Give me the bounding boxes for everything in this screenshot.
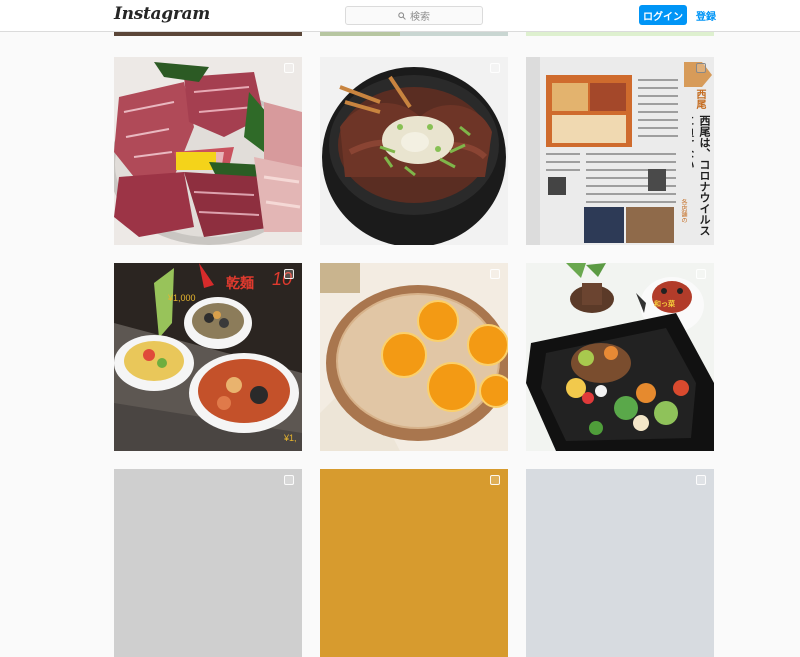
figure-label: 和っ菜: [654, 301, 675, 308]
post-image: [320, 57, 508, 245]
select-checkbox-icon[interactable]: [284, 63, 294, 73]
select-checkbox-icon[interactable]: [490, 269, 500, 279]
post-tile-orange-pizza[interactable]: [320, 263, 508, 451]
article-heading: 西尾は、コロナウイルスに負けない: [692, 115, 710, 236]
post-tile-noodle-dishes[interactable]: 乾麺 10 ¥1,000 ¥1,: [114, 263, 302, 451]
post-image: [526, 263, 714, 451]
price-tag-2: ¥1,: [284, 433, 297, 443]
article-tag: 西尾: [694, 89, 705, 109]
select-checkbox-icon[interactable]: [284, 269, 294, 279]
select-checkbox-icon[interactable]: [696, 269, 706, 279]
post-tile-yakiniku[interactable]: [114, 57, 302, 245]
login-button[interactable]: ログイン: [639, 5, 687, 25]
search-input[interactable]: 検索: [345, 6, 483, 25]
signup-link[interactable]: 登録: [696, 8, 716, 23]
select-checkbox-icon[interactable]: [490, 475, 500, 485]
post-image: [114, 469, 302, 657]
instagram-logo[interactable]: Instagram: [114, 4, 210, 24]
price-tag-1: ¥1,000: [168, 293, 196, 303]
article-subtext: 各店舗の: [680, 199, 686, 223]
search-placeholder: 検索: [410, 12, 430, 23]
post-image: [114, 263, 302, 451]
select-checkbox-icon[interactable]: [696, 475, 706, 485]
select-checkbox-icon[interactable]: [284, 475, 294, 485]
post-tile-bottom-1[interactable]: [114, 469, 302, 657]
post-image: [320, 469, 508, 657]
select-checkbox-icon[interactable]: [696, 63, 706, 73]
search-icon: [398, 11, 406, 20]
select-checkbox-icon[interactable]: [490, 63, 500, 73]
post-image: [526, 469, 714, 657]
post-tile-bento-box[interactable]: 和っ菜: [526, 263, 714, 451]
post-tile-magazine-article[interactable]: 西尾 西尾は、コロナウイルスに負けない 各店舗の: [526, 57, 714, 245]
noodle-title: 乾麺: [226, 275, 254, 291]
post-tile-bottom-2[interactable]: [320, 469, 508, 657]
post-tile-roast-beef-bowl[interactable]: [320, 57, 508, 245]
post-image: [114, 57, 302, 245]
top-nav: Instagram 検索 ログイン 登録: [0, 0, 800, 32]
post-image: [320, 263, 508, 451]
post-tile-bottom-3[interactable]: [526, 469, 714, 657]
